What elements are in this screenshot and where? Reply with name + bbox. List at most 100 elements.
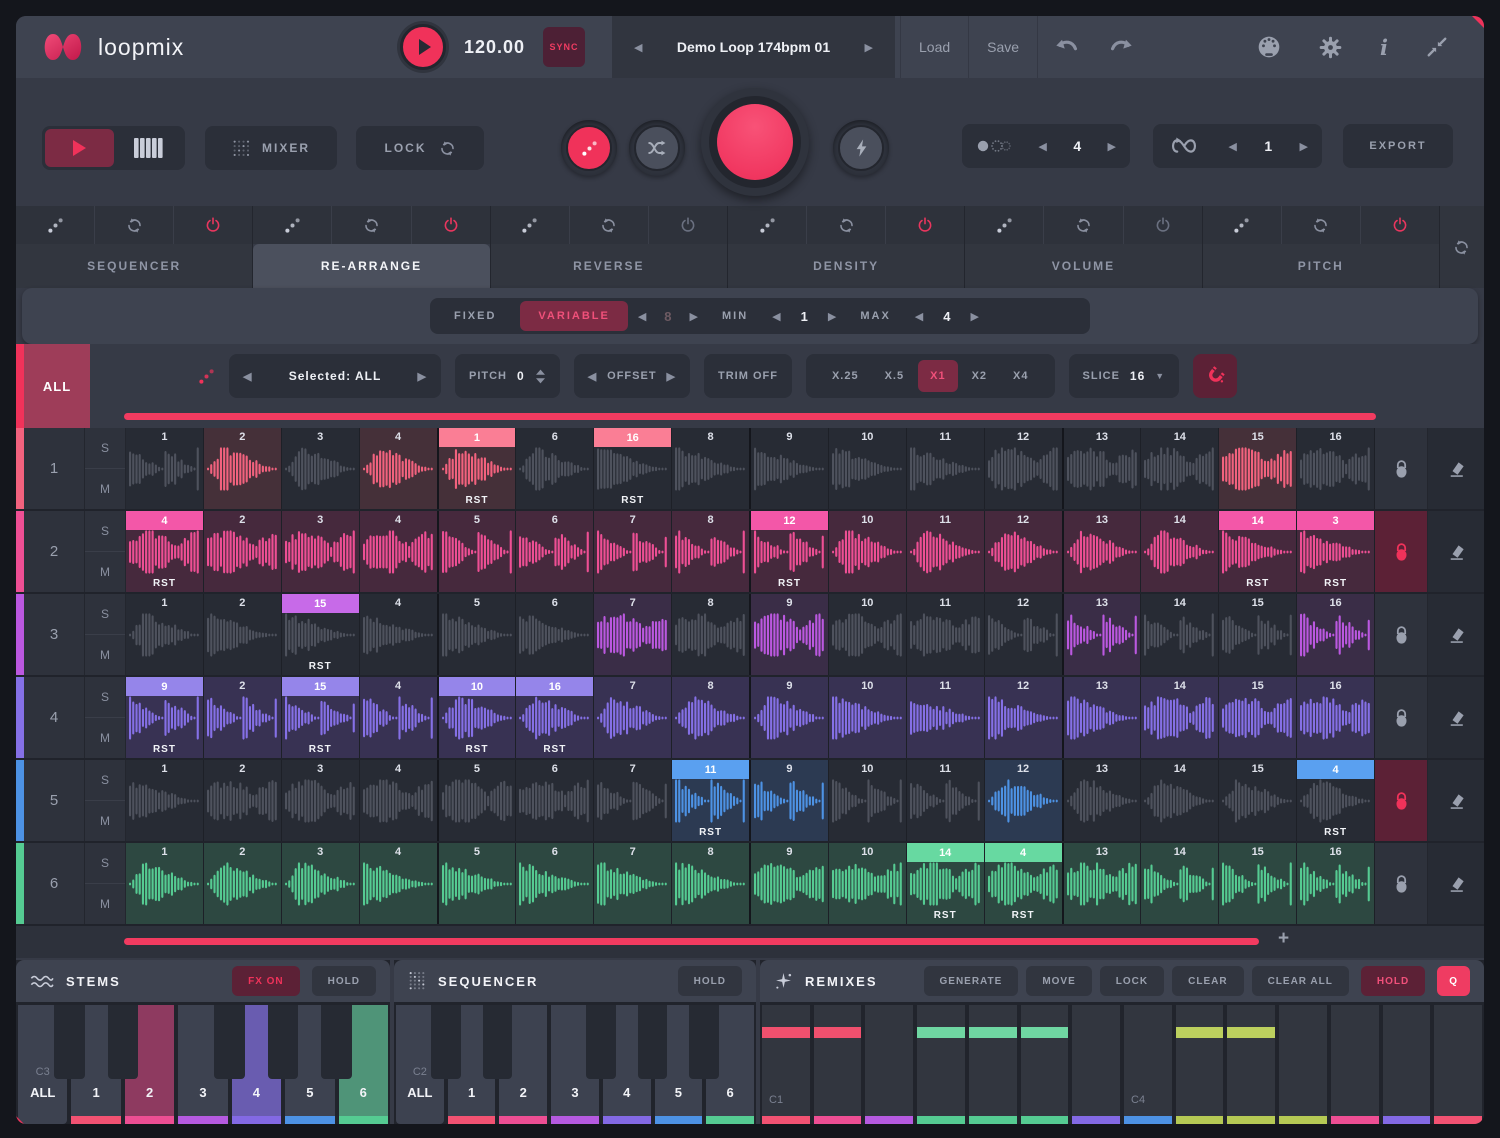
slice-cell[interactable]: 1RST: [439, 428, 517, 509]
slice-cell[interactable]: 12: [985, 594, 1064, 675]
module-dice-icon[interactable]: [1203, 206, 1282, 244]
slice-cell[interactable]: 2: [204, 594, 282, 675]
bottom-progress-bar[interactable]: [124, 938, 1259, 945]
slice-cell[interactable]: 10: [829, 760, 907, 841]
remix-key[interactable]: [1021, 1005, 1069, 1124]
slice-cell[interactable]: 12: [985, 677, 1064, 758]
slice-cell[interactable]: 7: [594, 594, 672, 675]
slice-cell[interactable]: 7: [594, 677, 672, 758]
slice-cell[interactable]: 4RST: [126, 511, 204, 592]
slice-cell[interactable]: 10: [829, 428, 907, 509]
slice-cell[interactable]: 15: [1219, 594, 1297, 675]
remix-move-button[interactable]: MOVE: [1026, 966, 1091, 996]
module-dice-icon[interactable]: [253, 206, 332, 244]
slice-cell[interactable]: 12: [985, 760, 1064, 841]
mixer-button[interactable]: MIXER: [205, 126, 337, 170]
slice-cell[interactable]: 4: [360, 760, 439, 841]
black-key[interactable]: [268, 1005, 299, 1079]
track-lock-button[interactable]: [1375, 594, 1428, 675]
slice-cell[interactable]: 13: [1064, 843, 1142, 924]
slice-cell[interactable]: 4RST: [1297, 760, 1375, 841]
solo-button[interactable]: S: [85, 760, 125, 801]
slice-cell[interactable]: 16RST: [594, 428, 672, 509]
module-refresh-icon[interactable]: [1282, 206, 1361, 244]
bpm-value[interactable]: 120.00: [464, 37, 525, 58]
pitch-stepper-icon[interactable]: [535, 369, 546, 384]
dice-small-icon[interactable]: [198, 368, 215, 385]
module-power-icon[interactable]: [1361, 206, 1439, 244]
slice-cell[interactable]: 11: [907, 428, 985, 509]
add-button[interactable]: +: [1278, 928, 1289, 950]
sync-button[interactable]: SYNC: [543, 27, 585, 67]
load-button[interactable]: Load: [901, 39, 968, 55]
slice-cell[interactable]: 5: [439, 594, 517, 675]
track-lock-button[interactable]: [1375, 511, 1428, 592]
play-mode-button[interactable]: [45, 129, 114, 167]
module-dice-icon[interactable]: [491, 206, 570, 244]
black-key[interactable]: [483, 1005, 513, 1079]
trim-button[interactable]: TRIM OFF: [704, 354, 792, 398]
tab-label[interactable]: PITCH: [1203, 244, 1439, 288]
max-prev-icon[interactable]: ◀: [915, 310, 923, 323]
min-prev-icon[interactable]: ◀: [772, 310, 780, 323]
export-button[interactable]: EXPORT: [1343, 124, 1453, 168]
remix-key[interactable]: [1383, 1005, 1431, 1124]
track-erase-button[interactable]: [1428, 428, 1484, 509]
slice-cell[interactable]: 14: [1141, 677, 1219, 758]
resize-corner-icon[interactable]: [1472, 16, 1484, 28]
track-lock-button[interactable]: [1375, 760, 1428, 841]
slice-cell[interactable]: 14RST: [1219, 511, 1297, 592]
module-power-icon[interactable]: [649, 206, 727, 244]
slice-cell[interactable]: 13: [1064, 594, 1142, 675]
slice-cell[interactable]: 11RST: [672, 760, 751, 841]
loop-progress-bar[interactable]: [124, 413, 1376, 420]
slice-cell[interactable]: 15RST: [282, 677, 360, 758]
module-power-icon[interactable]: [1124, 206, 1202, 244]
slice-cell[interactable]: 15RST: [282, 594, 360, 675]
solo-button[interactable]: S: [85, 677, 125, 718]
module-refresh-icon[interactable]: [95, 206, 174, 244]
steps-prev-icon[interactable]: ◀: [638, 310, 646, 323]
track-lock-button[interactable]: [1375, 428, 1428, 509]
trigger-knob[interactable]: [833, 120, 889, 176]
slice-cell[interactable]: 9: [751, 428, 829, 509]
slice-cell[interactable]: 9RST: [126, 677, 204, 758]
slice-cell[interactable]: 16: [1297, 594, 1375, 675]
lock-refresh-icon[interactable]: [439, 140, 456, 157]
remix-key[interactable]: C4: [1124, 1005, 1172, 1124]
sequencer-hold-button[interactable]: HOLD: [678, 966, 742, 996]
slice-cell[interactable]: 3: [282, 428, 360, 509]
tab-label[interactable]: REVERSE: [491, 244, 727, 288]
slice-cell[interactable]: 6: [516, 594, 594, 675]
remix-key[interactable]: [1434, 1005, 1482, 1124]
gear-icon[interactable]: [1319, 36, 1342, 59]
slice-cell[interactable]: 2: [204, 428, 282, 509]
remixes-hold-button[interactable]: HOLD: [1361, 966, 1425, 996]
slice-cell[interactable]: 15: [1219, 760, 1297, 841]
slice-cell[interactable]: 6: [516, 843, 594, 924]
solo-button[interactable]: S: [85, 428, 125, 469]
track-lock-button[interactable]: [1375, 677, 1428, 758]
slice-cell[interactable]: 6: [516, 760, 594, 841]
track-erase-button[interactable]: [1428, 594, 1484, 675]
track-erase-button[interactable]: [1428, 511, 1484, 592]
mute-button[interactable]: M: [85, 552, 125, 592]
loop-prev-icon[interactable]: ◀: [1228, 140, 1236, 153]
remix-clear-button[interactable]: CLEAR: [1172, 966, 1243, 996]
undo-icon[interactable]: [1054, 38, 1080, 56]
slice-cell[interactable]: 12: [985, 511, 1064, 592]
tab-label[interactable]: VOLUME: [965, 244, 1201, 288]
remix-key[interactable]: [1227, 1005, 1275, 1124]
mute-button[interactable]: M: [85, 635, 125, 675]
slice-cell[interactable]: 10RST: [439, 677, 517, 758]
slice-cell[interactable]: 12RST: [751, 511, 829, 592]
slice-cell[interactable]: 2: [204, 511, 282, 592]
slice-cell[interactable]: 15: [1219, 428, 1297, 509]
slice-cell[interactable]: 6: [516, 511, 594, 592]
black-key[interactable]: [321, 1005, 352, 1079]
module-power-icon[interactable]: [412, 206, 490, 244]
slice-cell[interactable]: 8: [672, 511, 751, 592]
rate-option-x4[interactable]: X4: [1001, 360, 1040, 392]
slice-cell[interactable]: 7: [594, 843, 672, 924]
remix-key[interactable]: [865, 1005, 913, 1124]
